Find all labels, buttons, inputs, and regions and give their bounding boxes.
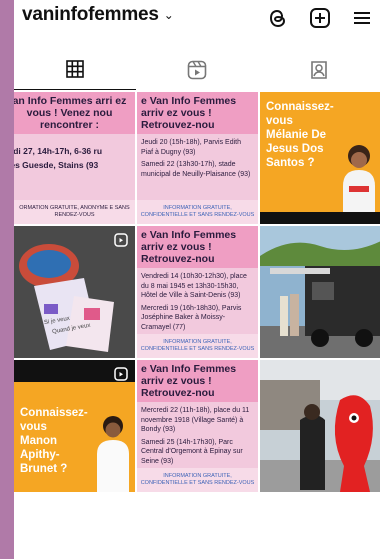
post-tile[interactable]: Connaissez-vous Manon Apithy-Brunet ?	[14, 360, 135, 492]
post-line: Samedi 22 (13h30-17h), stade municipal d…	[141, 161, 251, 178]
top-bar: vaninfofemmes ⌄	[14, 0, 380, 48]
post-headline: e Van Info Femmes arriv ez vous ! Retrou…	[137, 226, 258, 268]
athlete-photo	[97, 416, 129, 492]
post-footer: INFORMATION GRATUITE, CONFIDENTIELLE ET …	[137, 200, 258, 224]
post-line: Samedi 25 (14h-17h30), Parc Central d'Or…	[141, 438, 243, 465]
reel-icon	[114, 233, 128, 252]
post-tile[interactable]: Si je veux Quand je veux	[14, 226, 135, 358]
post-text: udi 27, 14h-17h, 6-36 ru les Guesde, Sta…	[14, 140, 135, 176]
post-headline: e Van Info Femmes arriv ez vous ! Retrou…	[137, 92, 258, 134]
post-tile[interactable]: an Info Femmes arri ez vous ! Venez nou …	[14, 92, 135, 224]
post-headline: Connaissez-vous Manon Apithy-Brunet ?	[20, 407, 88, 475]
post-line: les Guesde, Stains (93	[14, 160, 99, 170]
post-footer: INFORMATION GRATUITE, CONFIDENTIELLE ET …	[137, 468, 258, 492]
post-line: Mercredi 19 (16h-18h30), Parvis Joséphin…	[141, 304, 242, 331]
post-headline: e Van Info Femmes arriv ez vous ! Retrou…	[137, 360, 258, 402]
reel-icon	[114, 367, 128, 386]
tab-reels[interactable]	[136, 54, 258, 90]
post-line: Mercredi 22 (11h-18h), place du 11 novem…	[141, 407, 250, 433]
post-footer: ORMATION GRATUITE, ANONYME E SANS RENDEZ…	[14, 200, 135, 224]
post-tile[interactable]: e Van Info Femmes arriv ez vous ! Retrou…	[137, 360, 258, 492]
post-headline: an Info Femmes arri ez vous ! Venez nou …	[14, 92, 135, 134]
tab-tagged[interactable]	[258, 54, 380, 90]
profile-screen: vaninfofemmes ⌄ an Info Femmes arri ez v…	[14, 0, 380, 559]
tab-grid[interactable]	[14, 54, 136, 90]
reels-icon	[187, 60, 207, 85]
post-tile[interactable]	[260, 360, 380, 492]
van-photo	[260, 226, 380, 358]
post-strip	[260, 212, 380, 224]
post-tile[interactable]: e Van Info Femmes arriv ez vous ! Retrou…	[137, 226, 258, 358]
post-footer: INFORMATION GRATUITE, CONFIDENTIELLE ET …	[137, 334, 258, 358]
post-text: Jeudi 20 (15h-18h), Parvis Edith Piaf à …	[137, 134, 258, 183]
post-tile[interactable]: e Van Info Femmes arriv ez vous ! Retrou…	[137, 92, 258, 224]
top-actions	[266, 6, 374, 30]
event-photo	[260, 360, 380, 492]
post-text: Vendredi 14 (10h30-12h30), place du 8 ma…	[137, 268, 258, 336]
post-tile[interactable]: Connaissez-vous Mélanie De Jesus Dos San…	[260, 92, 380, 224]
menu-icon[interactable]	[350, 6, 374, 30]
post-headline: Connaissez-vous Mélanie De Jesus Dos San…	[266, 101, 334, 169]
chevron-down-icon[interactable]: ⌄	[164, 8, 174, 22]
add-post-icon[interactable]	[308, 6, 332, 30]
athlete-photo	[343, 145, 375, 224]
username[interactable]: vaninfofemmes	[22, 4, 159, 26]
threads-icon[interactable]	[266, 6, 290, 30]
post-line: Jeudi 20 (15h-18h), Parvis Edith Piaf à …	[141, 139, 241, 156]
profile-tabs	[14, 54, 380, 90]
grid-icon	[66, 60, 84, 83]
app-frame: vaninfofemmes ⌄ an Info Femmes arri ez v…	[0, 0, 380, 559]
tagged-icon	[309, 60, 329, 85]
posts-grid: an Info Femmes arri ez vous ! Venez nou …	[14, 92, 380, 492]
post-tile[interactable]	[260, 226, 380, 358]
post-line: udi 27, 14h-17h, 6-36 ru	[14, 146, 103, 156]
post-text: Mercredi 22 (11h-18h), place du 11 novem…	[137, 402, 258, 470]
post-line: Vendredi 14 (10h30-12h30), place du 8 ma…	[141, 273, 247, 299]
